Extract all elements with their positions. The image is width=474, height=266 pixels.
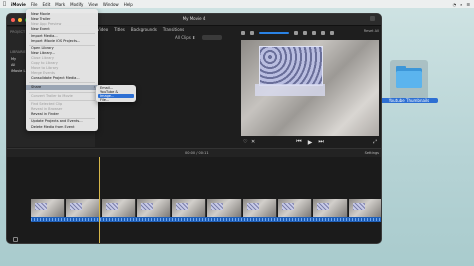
- menu-item-delete-media[interactable]: Delete Media from Event: [31, 125, 75, 130]
- control-center-icon[interactable]: ☰: [466, 2, 470, 7]
- clip-frame: [136, 199, 172, 217]
- tab-backgrounds[interactable]: Backgrounds: [131, 27, 157, 32]
- chevron-right-icon: ›: [93, 85, 95, 89]
- stabilization-icon[interactable]: [303, 30, 307, 35]
- volume-icon[interactable]: [312, 30, 316, 35]
- menu-separator: [29, 92, 95, 93]
- menu-item-share[interactable]: Share ›: [26, 85, 98, 90]
- reject-icon[interactable]: ✕: [251, 139, 255, 145]
- menu-view[interactable]: View: [88, 2, 98, 7]
- folder-front-shape: [396, 71, 422, 88]
- sidebar-item-imovie-library[interactable]: iMovie L: [11, 69, 25, 73]
- all-clips-filter[interactable]: All Clips ⬍: [175, 35, 196, 40]
- fullscreen-icon[interactable]: ⤢: [373, 139, 377, 145]
- sidebar-item-my[interactable]: My: [11, 57, 16, 61]
- viewer-panel: Reset All ♡ ✕ ⏮ ▶ ⏭ ⤢: [235, 27, 381, 147]
- heart-icon[interactable]: ♡: [243, 139, 247, 145]
- sidebar-item-all[interactable]: All: [11, 63, 15, 67]
- clip-frame: [31, 199, 66, 217]
- browser-tabs: Video Titles Backgrounds Transitions: [97, 27, 184, 32]
- clip-frame: [207, 199, 242, 217]
- menu-item-import-ios-projects[interactable]: Import iMovie iOS Projects...: [31, 39, 80, 44]
- menu-edit[interactable]: Edit: [43, 2, 51, 7]
- speed-icon[interactable]: [321, 30, 325, 35]
- menu-separator: [29, 100, 95, 101]
- skip-forward-icon[interactable]: ⏭: [318, 138, 323, 146]
- video-clip[interactable]: [31, 199, 381, 217]
- clip-frame: [172, 199, 207, 217]
- box-reflection: [255, 84, 325, 96]
- search-input[interactable]: [202, 35, 222, 40]
- color-balance-icon[interactable]: [241, 30, 245, 35]
- audio-waveform[interactable]: [31, 217, 381, 222]
- clip-frame: [66, 199, 101, 217]
- play-icon[interactable]: ▶: [308, 139, 313, 146]
- clip-frame: [242, 199, 278, 217]
- tab-video[interactable]: Video: [97, 27, 108, 32]
- browser-toolbar: All Clips ⬍: [97, 34, 227, 42]
- status-icons: ◔ ⌕ ☰: [453, 2, 474, 7]
- menu-window[interactable]: Window: [103, 2, 119, 7]
- toolbar-icons: [370, 16, 375, 21]
- playhead[interactable]: [99, 157, 100, 243]
- patterned-box: [259, 46, 323, 86]
- search-icon[interactable]: ⌕: [460, 2, 462, 7]
- menu-file[interactable]: File: [31, 2, 38, 7]
- clip-frame: [313, 199, 348, 217]
- apple-icon[interactable]: : [3, 1, 6, 7]
- menu-mark[interactable]: Mark: [55, 2, 65, 7]
- info-icon[interactable]: [330, 30, 334, 35]
- timeline-settings-button[interactable]: Settings: [365, 151, 379, 155]
- viewer-toolbar: [241, 29, 381, 36]
- menu-item-reveal-in-finder[interactable]: Reveal in Finder: [31, 112, 59, 117]
- share-submenu: Email... YouTube & Facebook... Image... …: [96, 85, 136, 102]
- menu-bar:  iMovie File Edit Mark Modify View Wind…: [0, 0, 474, 8]
- wifi-icon[interactable]: ◔: [453, 2, 457, 7]
- youtube-thumbnails-folder[interactable]: [390, 60, 428, 100]
- menu-help[interactable]: Help: [124, 2, 133, 7]
- menu-modify[interactable]: Modify: [70, 2, 83, 7]
- menu-item-share-label: Share: [31, 85, 42, 89]
- menu-item-convert-trailer[interactable]: Convert Trailer to Movie: [31, 94, 73, 99]
- tab-titles[interactable]: Titles: [114, 27, 125, 32]
- menu-item-new-event[interactable]: New Event: [31, 27, 50, 32]
- playback-controls: ♡ ✕ ⏮ ▶ ⏭ ⤢: [241, 138, 379, 146]
- menu-item-update-projects[interactable]: Update Projects and Events...: [31, 119, 83, 124]
- clip-frame: [348, 199, 381, 217]
- menu-app-name[interactable]: iMovie: [11, 2, 26, 7]
- timeline-options-icon[interactable]: [13, 237, 18, 242]
- clip-frame: [101, 199, 136, 217]
- share-icon[interactable]: [370, 16, 375, 21]
- timecode: 00:00 / 00:11: [185, 151, 209, 155]
- menu-separator: [29, 82, 95, 83]
- menu-item-consolidate-media[interactable]: Consolidate Project Media...: [31, 76, 80, 81]
- reset-all-button[interactable]: Reset All: [364, 29, 379, 33]
- crop-icon[interactable]: [294, 30, 298, 35]
- color-correction-icon[interactable]: [250, 30, 254, 35]
- file-menu: New Movie New Trailer New App Preview Ne…: [26, 9, 98, 131]
- skip-back-icon[interactable]: ⏮: [296, 138, 301, 146]
- clip-frame: [278, 199, 313, 217]
- timeline: 00:00 / 00:11 Settings: [7, 148, 381, 243]
- folder-label[interactable]: Youtube Thumbnails: [380, 98, 438, 103]
- tab-transitions[interactable]: Transitions: [163, 27, 184, 32]
- video-preview: [241, 40, 379, 136]
- timeline-header: 00:00 / 00:11 Settings: [7, 149, 381, 157]
- submenu-item-file[interactable]: File...: [98, 98, 134, 102]
- adjust-slider[interactable]: [259, 31, 289, 34]
